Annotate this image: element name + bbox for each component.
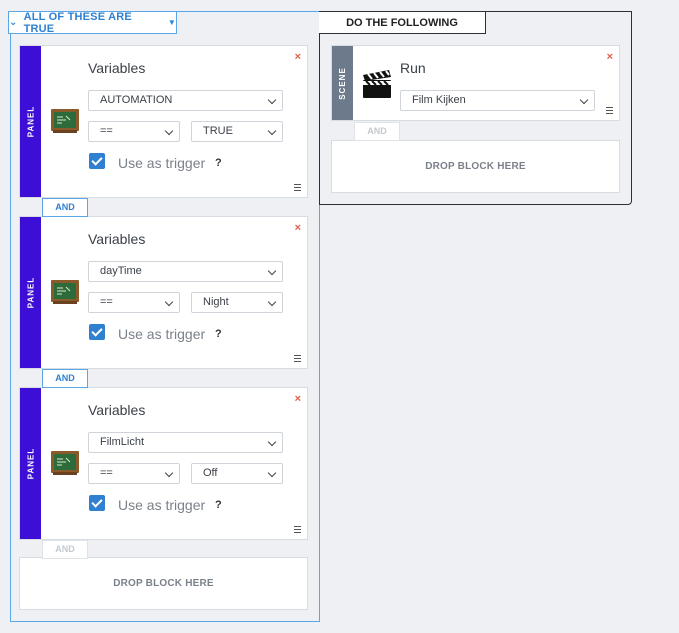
conditions-drop-zone[interactable]: DROP BLOCK HERE xyxy=(19,557,308,610)
operator-select[interactable]: == xyxy=(88,463,180,484)
condition-block[interactable]: PANEL Variables × AUTOMATION == TRUE Use… xyxy=(19,45,308,198)
chevron-down-icon xyxy=(267,468,277,478)
variable-select-value: FilmLicht xyxy=(100,436,145,448)
chevron-down-icon xyxy=(267,437,277,447)
block-type-label: PANEL xyxy=(26,447,35,480)
block-type-stripe: PANEL xyxy=(20,217,41,368)
block-title: Variables xyxy=(88,231,146,247)
value-select-value: Off xyxy=(203,467,218,479)
block-type-label: PANEL xyxy=(26,105,35,138)
block-type-label: SCENE xyxy=(338,66,347,100)
condition-block[interactable]: PANEL Variables × dayTime == Night Use a… xyxy=(19,216,308,369)
chevron-down-icon xyxy=(267,95,277,105)
operator-select[interactable]: == xyxy=(88,121,180,142)
operator-select[interactable]: == xyxy=(88,292,180,313)
remove-block-button[interactable]: × xyxy=(295,222,301,234)
actions-drop-zone[interactable]: DROP BLOCK HERE xyxy=(331,140,620,193)
action-block[interactable]: SCENE Run × Film Kijken xyxy=(331,45,620,121)
and-connector-placeholder: AND xyxy=(354,122,400,141)
use-as-trigger-label: Use as trigger xyxy=(118,326,206,342)
block-title: Variables xyxy=(88,60,146,76)
actions-group-header: DO THE FOLLOWING xyxy=(319,11,486,34)
drag-handle-icon[interactable] xyxy=(294,353,301,362)
chevron-down-icon xyxy=(164,468,174,478)
condition-block[interactable]: PANEL Variables × FilmLicht == Off Use a… xyxy=(19,387,308,540)
drag-handle-icon[interactable] xyxy=(294,524,301,533)
variable-select-value: AUTOMATION xyxy=(100,94,173,106)
value-select[interactable]: Off xyxy=(191,463,283,484)
actions-group-label: DO THE FOLLOWING xyxy=(346,16,458,29)
and-connector: AND xyxy=(42,369,88,388)
block-title: Run xyxy=(400,60,426,76)
chevron-down-icon xyxy=(164,126,174,136)
use-as-trigger-checkbox[interactable] xyxy=(89,495,105,511)
drag-handle-icon[interactable] xyxy=(606,105,613,114)
value-select-value: TRUE xyxy=(203,125,233,137)
chalkboard-icon xyxy=(51,451,79,475)
block-type-stripe: SCENE xyxy=(332,46,353,120)
clapperboard-icon xyxy=(363,70,391,98)
scene-select[interactable]: Film Kijken xyxy=(400,90,595,111)
caret-down-icon: ▼ xyxy=(167,18,176,27)
value-select[interactable]: TRUE xyxy=(191,121,283,142)
use-as-trigger-label: Use as trigger xyxy=(118,497,206,513)
chevron-down-icon xyxy=(164,297,174,307)
variable-select[interactable]: FilmLicht xyxy=(88,432,283,453)
value-select-value: Night xyxy=(203,296,229,308)
operator-select-value: == xyxy=(100,296,113,308)
chalkboard-icon xyxy=(51,280,79,304)
variable-select[interactable]: dayTime xyxy=(88,261,283,282)
variable-select[interactable]: AUTOMATION xyxy=(88,90,283,111)
drag-handle-icon[interactable] xyxy=(294,182,301,191)
chalkboard-icon xyxy=(51,109,79,133)
operator-select-value: == xyxy=(100,125,113,137)
help-icon[interactable]: ? xyxy=(215,499,222,511)
variable-select-value: dayTime xyxy=(100,265,142,277)
value-select[interactable]: Night xyxy=(191,292,283,313)
scene-select-value: Film Kijken xyxy=(412,94,466,106)
help-icon[interactable]: ? xyxy=(215,328,222,340)
help-icon[interactable]: ? xyxy=(215,157,222,169)
chevron-down-icon xyxy=(579,95,589,105)
block-type-stripe: PANEL xyxy=(20,388,41,539)
use-as-trigger-label: Use as trigger xyxy=(118,155,206,171)
and-connector-placeholder: AND xyxy=(42,540,88,559)
chevron-down-icon: ⌄ xyxy=(9,17,18,28)
and-connector: AND xyxy=(42,198,88,217)
drop-zone-label: DROP BLOCK HERE xyxy=(425,161,526,172)
conditions-group-label: ALL OF THESE ARE TRUE xyxy=(23,10,132,35)
operator-select-value: == xyxy=(100,467,113,479)
block-type-stripe: PANEL xyxy=(20,46,41,197)
chevron-down-icon xyxy=(267,297,277,307)
chevron-down-icon xyxy=(267,266,277,276)
block-type-label: PANEL xyxy=(26,276,35,309)
remove-block-button[interactable]: × xyxy=(295,51,301,63)
block-title: Variables xyxy=(88,402,146,418)
remove-block-button[interactable]: × xyxy=(607,51,613,63)
use-as-trigger-checkbox[interactable] xyxy=(89,324,105,340)
drop-zone-label: DROP BLOCK HERE xyxy=(113,578,214,589)
use-as-trigger-checkbox[interactable] xyxy=(89,153,105,169)
chevron-down-icon xyxy=(267,126,277,136)
remove-block-button[interactable]: × xyxy=(295,393,301,405)
conditions-group-toggle[interactable]: ⌄ ALL OF THESE ARE TRUE ▼ xyxy=(8,10,177,35)
